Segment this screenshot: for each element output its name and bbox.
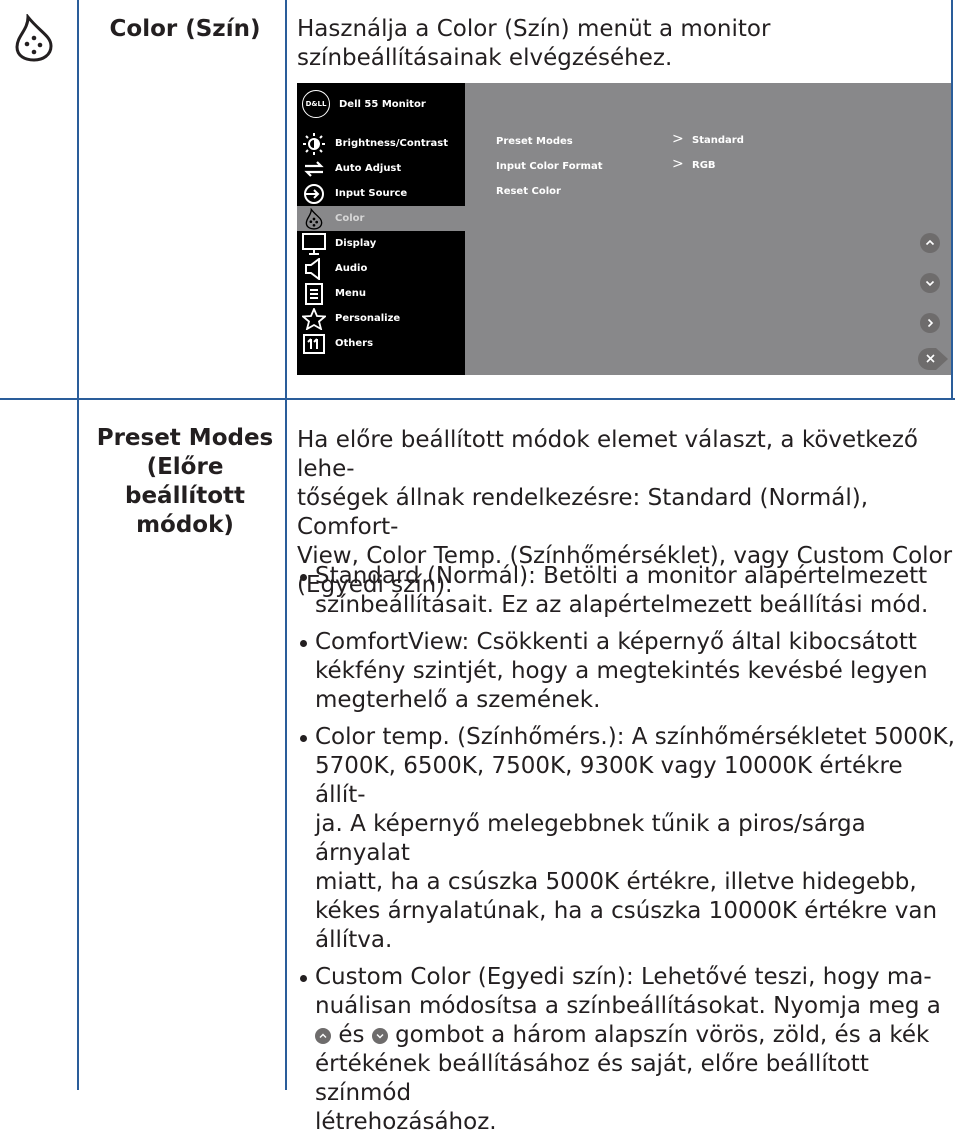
auto-adjust-icon	[301, 158, 327, 180]
label-line: módok)	[136, 512, 234, 538]
text-line: ComfortView: Csökkenti a képernyő által …	[315, 629, 917, 655]
star-icon	[301, 307, 327, 330]
list-item: Standard (Normál): Betölti a monitor ala…	[300, 562, 955, 620]
input-source-icon	[301, 183, 327, 205]
close-icon	[918, 348, 948, 370]
list-item: ComfortView: Csökkenti a képernyő által …	[300, 628, 955, 715]
color-icon	[14, 12, 54, 62]
brightness-icon	[301, 132, 327, 155]
up-button-icon	[315, 1028, 331, 1044]
text-line: Ha előre beállított módok elemet választ…	[297, 427, 918, 482]
osd-item-label: Audio	[335, 263, 368, 274]
text-line: Custom Color (Egyedi szín): Lehetővé tes…	[315, 964, 932, 990]
osd-submenu-preset-modes[interactable]: Preset Modes	[496, 131, 573, 151]
text-line: Color temp. (Színhőmérs.): A színhőmérsé…	[315, 724, 955, 750]
exit-button[interactable]	[918, 348, 948, 370]
text-line: kékfény szintjét, hogy a megtekintés kev…	[315, 658, 928, 684]
osd-item-personalize[interactable]: Personalize	[297, 306, 465, 331]
text-line: értékének beállításához és saját, előre …	[315, 1051, 869, 1106]
row-divider-tick	[77, 388, 79, 408]
menu-icon	[301, 282, 327, 305]
osd-item-label: Input Source	[335, 188, 408, 199]
osd-submenu-input-color-format[interactable]: Input Color Format	[496, 156, 602, 176]
osd-title: Dell 55 Monitor	[339, 98, 426, 110]
submenu-label: Reset Color	[496, 185, 561, 197]
row-label-preset-modes: Preset Modes (Előre beállított módok)	[88, 424, 282, 540]
up-button[interactable]	[920, 233, 940, 253]
row-divider	[0, 398, 955, 400]
osd-header: D&LL Dell 55 Monitor	[302, 90, 426, 118]
text-line: és gombot a három alapszín vörös, zöld, …	[315, 1021, 955, 1050]
list-item: Custom Color (Egyedi szín): Lehetővé tes…	[300, 963, 955, 1137]
osd-item-label: Others	[335, 338, 374, 349]
osd-item-label: Personalize	[335, 313, 401, 324]
submenu-value: Standard	[692, 135, 744, 146]
right-button[interactable]	[920, 313, 940, 333]
display-icon	[301, 232, 327, 255]
osd-item-display[interactable]: Display	[297, 231, 465, 256]
text-line: színbeállításait. Ez az alapértelmezett …	[315, 592, 929, 618]
others-icon	[301, 333, 327, 355]
submenu-label: Preset Modes	[496, 135, 573, 147]
text-line: Standard (Normál): Betölti a monitor ala…	[315, 563, 928, 589]
text-line: 5700K, 6500K, 7500K, 9300K vagy 10000K é…	[315, 753, 903, 808]
osd-menu: D&LL Dell 55 Monitor Brightness/Contrast…	[297, 83, 465, 375]
table-border-right	[951, 0, 953, 400]
text-line: létrehozásához.	[315, 1109, 497, 1135]
chevron-up-icon	[925, 239, 935, 246]
text-line: kékes árnyalatúnak, ha a csúszka 10000K …	[315, 898, 938, 924]
speaker-icon	[301, 257, 327, 280]
submenu-arrow: >	[672, 156, 684, 172]
chevron-right-icon	[927, 318, 934, 328]
osd-item-auto-adjust[interactable]: Auto Adjust	[297, 156, 465, 181]
osd-item-input-source[interactable]: Input Source	[297, 181, 465, 206]
submenu-arrow: >	[672, 131, 684, 147]
osd-item-label: Auto Adjust	[335, 163, 402, 174]
color-icon	[301, 207, 327, 230]
inline-text: és	[338, 1022, 365, 1048]
label-line: (Előre beállított	[124, 454, 246, 509]
osd-item-others[interactable]: Others	[297, 331, 465, 356]
color-description: Használja a Color (Szín) menüt a monitor…	[297, 16, 771, 71]
osd-item-brightness-contrast[interactable]: Brightness/Contrast	[297, 131, 465, 156]
inline-text: gombot a három alapszín vörös, zöld, és …	[395, 1022, 930, 1048]
osd-item-menu[interactable]: Menu	[297, 281, 465, 306]
text-line: állítva.	[315, 927, 393, 953]
row-label-color: Color (Szín)	[109, 16, 261, 42]
text-line: ja. A képernyő melegebbnek tűnik a piros…	[315, 811, 866, 866]
table-border-left	[77, 0, 79, 1090]
dell-logo: D&LL	[302, 90, 330, 118]
osd-submenu-panel	[465, 83, 951, 375]
osd-item-label: Brightness/Contrast	[335, 138, 449, 149]
preset-modes-list: Standard (Normál): Betölti a monitor ala…	[300, 562, 955, 1145]
down-button-icon	[371, 1028, 388, 1044]
osd-item-color[interactable]: Color	[297, 206, 465, 231]
submenu-label: Input Color Format	[496, 160, 603, 172]
submenu-value: RGB	[692, 160, 716, 171]
table-border-mid	[285, 0, 287, 1090]
list-item: Color temp. (Színhőmérs.): A színhőmérsé…	[300, 723, 955, 955]
osd-screenshot: D&LL Dell 55 Monitor Brightness/Contrast…	[297, 83, 951, 375]
osd-item-label: Display	[335, 238, 377, 249]
label-line: Preset Modes	[96, 425, 274, 451]
osd-submenu-reset-color[interactable]: Reset Color	[496, 181, 561, 201]
text-line: nuálisan módosítsa a színbeállításokat. …	[315, 993, 941, 1019]
down-button[interactable]	[920, 273, 940, 293]
osd-item-label: Color	[335, 213, 365, 224]
osd-item-label: Menu	[335, 288, 366, 299]
text-line: miatt, ha a csúszka 5000K értékre, illet…	[315, 869, 917, 895]
chevron-down-icon	[925, 280, 935, 287]
text-line: tőségek állnak rendelkezésre: Standard (…	[297, 485, 869, 540]
osd-item-audio[interactable]: Audio	[297, 256, 465, 281]
text-line: megterhelő a szemének.	[315, 687, 601, 713]
